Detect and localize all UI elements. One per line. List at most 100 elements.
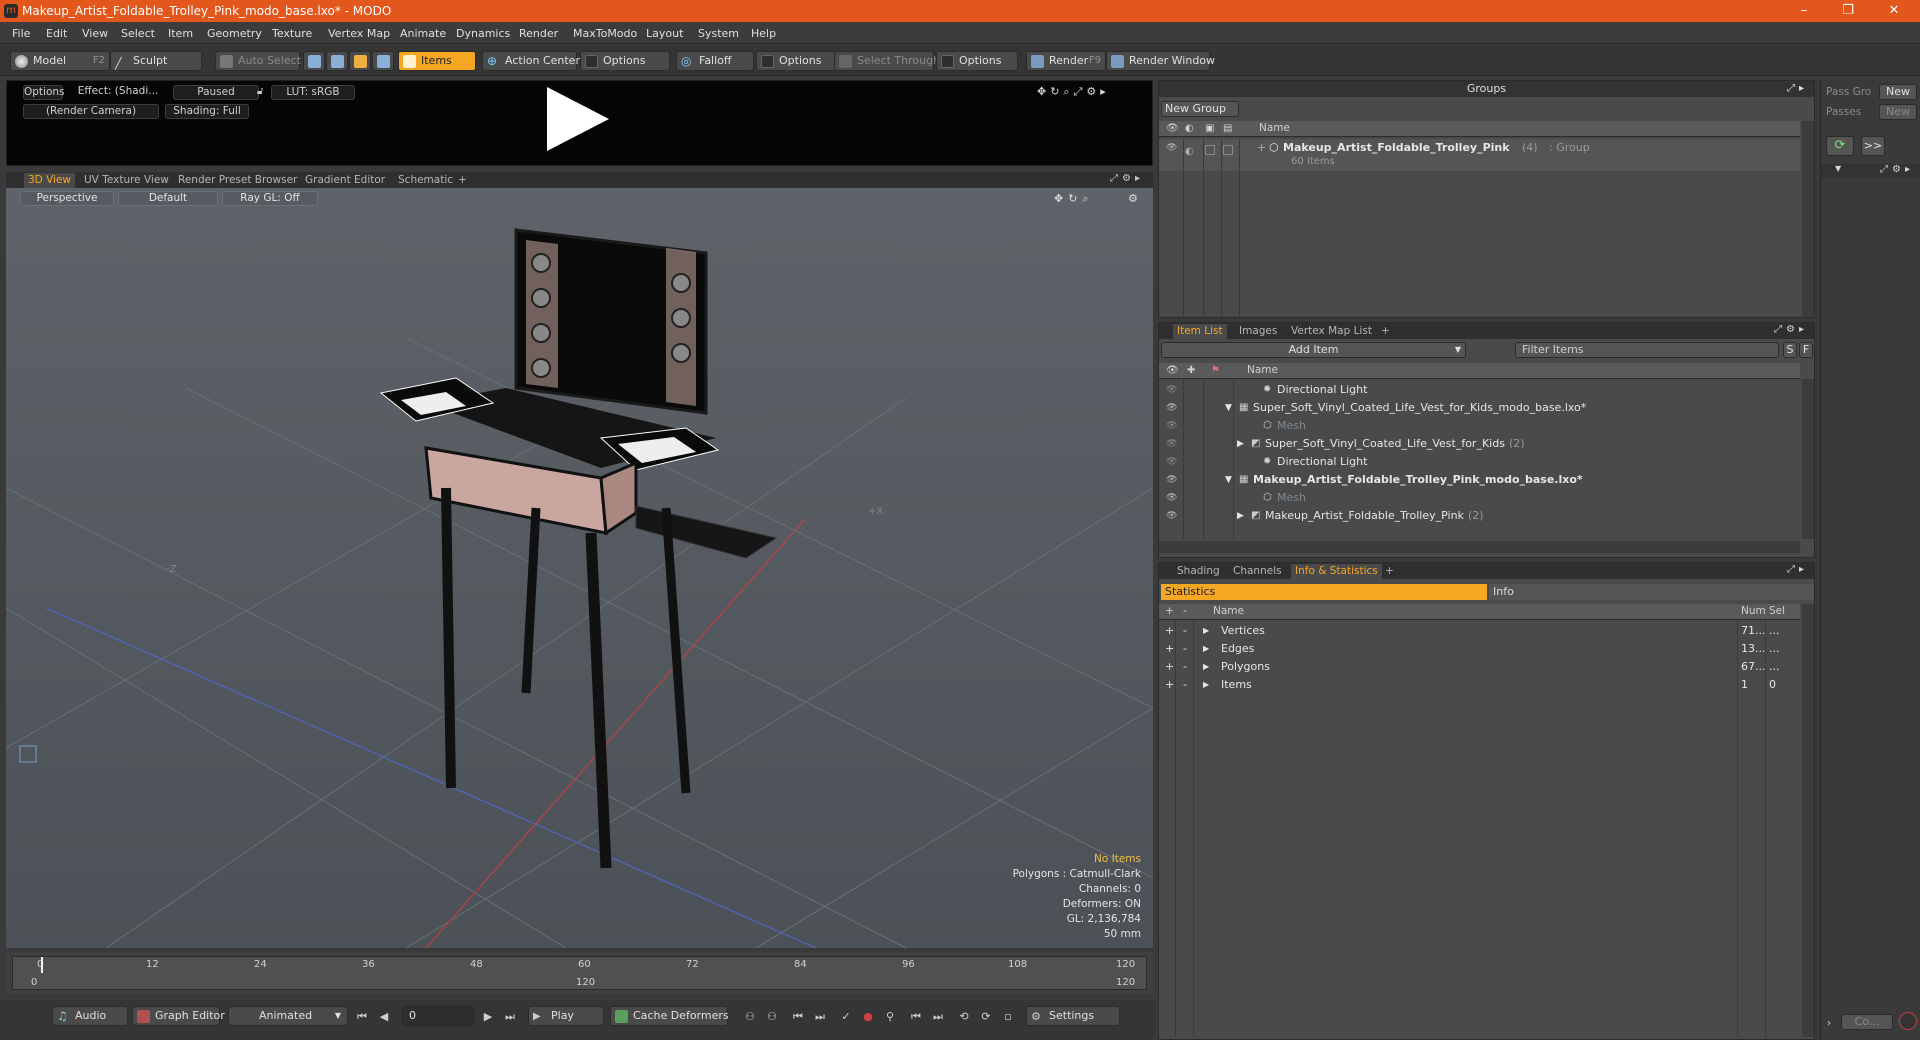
render-button[interactable]: Render F9 — [1026, 51, 1106, 71]
menu-help[interactable]: Help — [751, 27, 776, 40]
shading-style-dropdown[interactable]: Default — [118, 191, 218, 206]
cache-deformers-button[interactable]: Cache Deformers — [610, 1006, 729, 1026]
menu-vertex-map[interactable]: Vertex Map — [328, 27, 390, 40]
item-list-hscrollbar[interactable] — [1159, 541, 1800, 553]
item-list-row[interactable]: 👁︎ ⬡ Mesh — [1159, 417, 1800, 435]
item-list-row[interactable]: 👁︎ ⬡ Mesh — [1159, 489, 1800, 507]
loop-icon[interactable]: ⟲ — [956, 1009, 972, 1025]
add-tab-button[interactable]: + — [1377, 324, 1394, 339]
new-pass-button[interactable]: New — [1879, 104, 1917, 120]
add-tab-button[interactable]: + — [1381, 564, 1398, 579]
key-settings-icon[interactable]: ⚲ — [882, 1009, 898, 1025]
animated-dropdown[interactable]: Animated ▼ — [228, 1006, 348, 1026]
collapse-minus-icon[interactable]: - — [1183, 676, 1187, 694]
item-list-row[interactable]: 👁︎ ▼ ▦ Super_Soft_Vinyl_Coated_Life_Vest_fo… — [1159, 399, 1800, 417]
eye-icon[interactable]: 👁︎ — [1166, 475, 1177, 485]
groups-panel-icons[interactable]: ⤢▸ — [1787, 81, 1808, 97]
filter-f-button[interactable]: F — [1799, 342, 1813, 358]
item-list-row[interactable]: 👁︎ ✹ Directional Light — [1159, 453, 1800, 471]
lock-icon[interactable]: 🔓︎ — [257, 86, 267, 98]
add-tab-button[interactable]: + — [454, 173, 471, 188]
range-icon[interactable]: ▫ — [1000, 1009, 1016, 1025]
chevron-right-icon[interactable]: ▶ — [1203, 622, 1209, 640]
menu-dynamics[interactable]: Dynamics — [456, 27, 510, 40]
timeline-ruler[interactable]: 0 12 24 36 48 60 72 84 96 108 120 0 120 … — [12, 956, 1147, 990]
render-toggle-icon[interactable]: ◐ — [1185, 143, 1194, 161]
vertices-mode-button[interactable] — [303, 51, 325, 71]
group-row[interactable]: 👁︎ ◐ + ⬡ Makeup_Artist_Foldable_Trolley_… — [1159, 139, 1800, 171]
tab-schematic[interactable]: Schematic — [394, 173, 457, 188]
step-forward-icon[interactable]: ▶ — [480, 1009, 496, 1025]
eye-icon[interactable]: 👁︎ — [1166, 439, 1177, 449]
tab-info-statistics[interactable]: Info & Statistics — [1291, 564, 1382, 579]
stop-icon[interactable] — [1899, 1012, 1917, 1030]
expand-plus-icon[interactable]: + — [1165, 676, 1174, 694]
preview-camera-dropdown[interactable]: (Render Camera) — [23, 104, 159, 119]
eye-icon[interactable]: 👁︎ — [1166, 511, 1177, 521]
chevron-down-icon[interactable]: ▼ — [1835, 164, 1841, 173]
chevron-right-icon[interactable]: ▶ — [1203, 658, 1209, 676]
statistics-row[interactable]: + - ▶ Polygons 67...... — [1159, 658, 1800, 676]
info-subtab[interactable]: Info — [1489, 584, 1814, 600]
next-marker-icon[interactable]: ⏭ — [930, 1009, 946, 1025]
item-list-row[interactable]: 👁︎ ✹ Directional Light — [1159, 381, 1800, 399]
tab-channels[interactable]: Channels — [1229, 564, 1286, 579]
record-icon[interactable]: ● — [860, 1009, 876, 1025]
statistics-row[interactable]: + - ▶ Vertices 71...... — [1159, 622, 1800, 640]
statistics-subtab[interactable]: Statistics — [1161, 584, 1487, 600]
settings-button[interactable]: ⚙ Settings — [1026, 1006, 1120, 1026]
edges-mode-button[interactable] — [326, 51, 348, 71]
menu-system[interactable]: System — [698, 27, 739, 40]
expand-passes-button[interactable]: >> — [1861, 136, 1885, 156]
new-group-button[interactable]: New Group — [1161, 101, 1239, 117]
audio-button[interactable]: ♫ Audio — [52, 1006, 128, 1026]
minimize-button[interactable]: – — [1790, 2, 1818, 20]
render-column-icon[interactable]: ◐ — [1185, 121, 1194, 136]
statistics-row[interactable]: + - ▶ Items 1 0 — [1159, 676, 1800, 694]
menu-view[interactable]: View — [82, 27, 108, 40]
auto-key-icon[interactable]: ✓ — [838, 1009, 854, 1025]
frame-field[interactable]: 0 — [402, 1006, 474, 1026]
menu-item[interactable]: Item — [168, 27, 193, 40]
tab-gradient-editor[interactable]: Gradient Editor — [301, 173, 389, 188]
select-toggle-icon[interactable] — [1223, 145, 1233, 155]
viewport-settings-icon[interactable]: ⚙ — [1128, 192, 1138, 205]
groups-scrollbar[interactable] — [1802, 121, 1814, 317]
menu-render[interactable]: Render — [519, 27, 558, 40]
action-center-button[interactable]: ⊕ Action Center — [482, 51, 580, 71]
tab-render-preset-browser[interactable]: Render Preset Browser — [174, 173, 301, 188]
play-button[interactable]: ▶ Play — [528, 1006, 604, 1026]
visibility-column-icon[interactable]: 👁︎ — [1166, 121, 1179, 136]
expand-plus-icon[interactable]: + — [1165, 622, 1174, 640]
items-mode-button[interactable]: Items — [398, 51, 476, 71]
go-to-start-icon[interactable]: ⏮ — [354, 1009, 370, 1025]
preview-paused-button[interactable]: Paused — [173, 85, 259, 100]
tab-shading[interactable]: Shading — [1173, 564, 1224, 579]
chevron-right-icon[interactable]: ▶ — [1203, 640, 1209, 658]
playhead[interactable] — [41, 957, 43, 973]
eye-icon[interactable]: 👁︎ — [1166, 385, 1177, 395]
close-button[interactable]: ✕ — [1880, 2, 1908, 20]
go-to-end-icon[interactable]: ⏭ — [502, 1009, 518, 1025]
preview-lut-dropdown[interactable]: LUT: sRGB — [271, 85, 355, 100]
play-preview-icon[interactable] — [547, 87, 609, 151]
visibility-column-icon[interactable]: 👁︎ — [1166, 363, 1179, 378]
eye-icon[interactable]: 👁︎ — [1166, 493, 1177, 503]
menu-select[interactable]: Select — [121, 27, 155, 40]
falloff-button[interactable]: ◎ Falloff — [676, 51, 754, 71]
prev-marker-icon[interactable]: ⏮ — [908, 1009, 924, 1025]
action-center-options-button[interactable]: Options — [580, 51, 670, 71]
item-list-panel-icons[interactable]: ⤢⚙▸ — [1774, 324, 1808, 335]
render-window-button[interactable]: Render Window — [1106, 51, 1215, 71]
item-list-vscrollbar[interactable] — [1802, 379, 1814, 539]
tab-vertex-map-list[interactable]: Vertex Map List — [1287, 324, 1376, 339]
lock-column-icon[interactable]: ▣ — [1205, 121, 1214, 136]
chevron-right-icon[interactable]: › — [1827, 1018, 1831, 1029]
falloff-options-button[interactable]: Options — [756, 51, 836, 71]
key-all-icon[interactable]: ⚇ — [764, 1009, 780, 1025]
3d-viewport[interactable]: Perspective Default Ray GL: Off ✥↻⌕ ⚙ +X… — [6, 188, 1153, 948]
lock-toggle-icon[interactable] — [1205, 145, 1215, 155]
preview-nav-icons[interactable]: ✥↻⌕⤢⚙▸ — [1037, 85, 1110, 99]
view-panel-icons[interactable]: ⤢⚙▸ — [1110, 173, 1144, 184]
statistics-scrollbar[interactable] — [1802, 604, 1814, 1037]
